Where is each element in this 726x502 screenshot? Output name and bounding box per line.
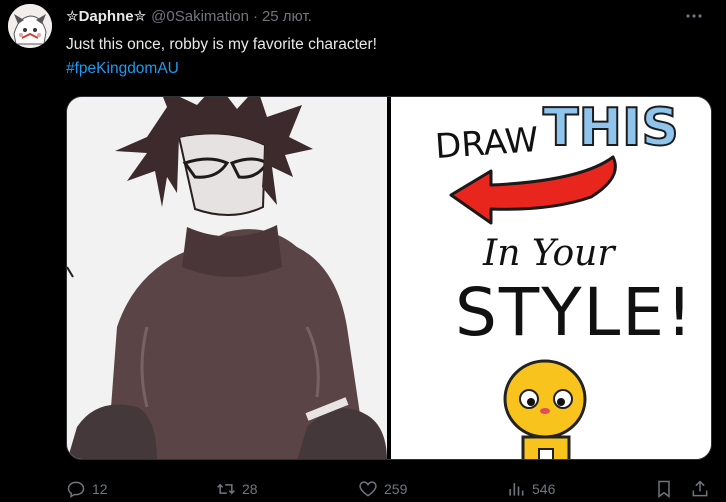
tweet-media[interactable]: DRAW THIS In Your STYLE! [66,96,712,460]
bookmark-button[interactable] [654,478,674,500]
share-button[interactable] [690,478,710,500]
separator-dot: · [252,7,258,25]
bookmark-icon [658,480,670,498]
avatar[interactable] [8,4,52,48]
media-divider [387,97,391,459]
retweet-count: 28 [242,481,258,497]
views-count: 546 [532,481,556,497]
this-text: THIS [543,98,679,158]
handle[interactable]: @0Sakimation [151,8,249,25]
tweet[interactable]: ✮Daphne✮ @0Sakimation · 25 лют. Just thi… [0,0,726,502]
retweet-button[interactable]: 28 [216,478,258,500]
tweet-text: Just this once, robby is my favorite cha… [66,36,377,53]
reply-count: 12 [92,481,108,497]
media-image-draw-this[interactable]: DRAW THIS In Your STYLE! [391,97,711,459]
hashtag-link[interactable]: #fpeKingdomAU [66,58,179,80]
draw-text: DRAW [434,120,540,167]
like-count: 259 [384,481,408,497]
like-button[interactable]: 259 [358,478,407,500]
more-icon [686,14,702,18]
style-text: STYLE! [455,274,694,351]
share-icon [692,480,708,497]
like-icon [359,481,377,497]
reply-button[interactable]: 12 [66,478,108,500]
tweet-actions: 12 28 259 546 [66,478,712,500]
tweet-header: ✮Daphne✮ @0Sakimation · 25 лют. [66,6,312,26]
retweet-icon [217,483,235,495]
timestamp[interactable]: 25 лют. [262,8,312,25]
display-name[interactable]: ✮Daphne✮ [66,7,146,25]
views-button[interactable]: 546 [506,478,555,500]
more-button[interactable] [684,6,704,26]
media-image-character[interactable] [67,97,387,459]
in-your-text: In Your [482,233,616,274]
views-icon [509,483,524,496]
reply-icon [67,481,85,498]
